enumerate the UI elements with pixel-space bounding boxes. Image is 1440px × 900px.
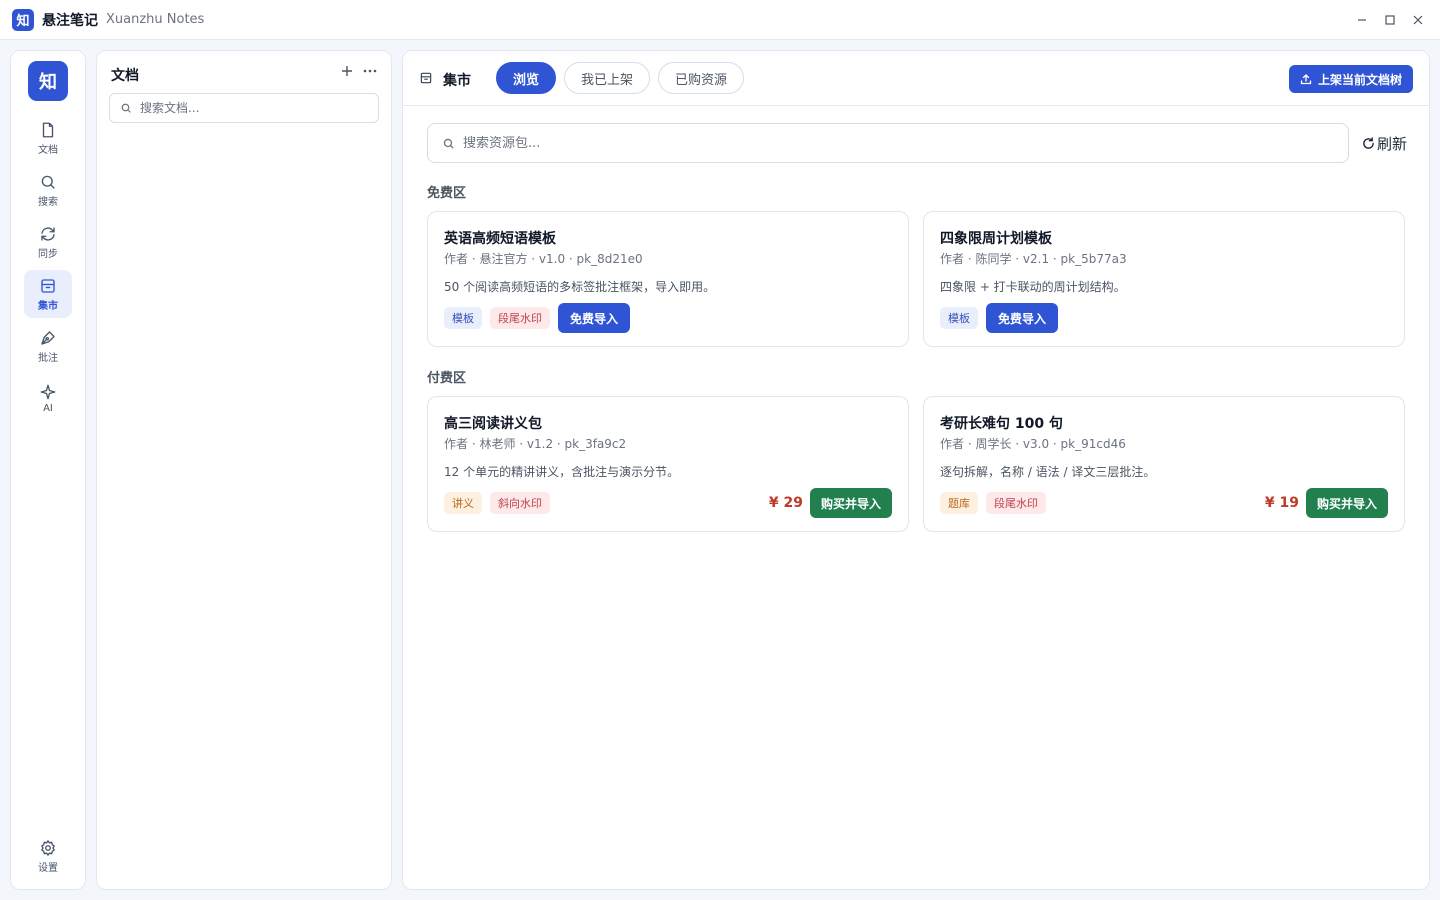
card-meta: 作者 · 周学长 · v3.0 · pk_91cd46 (940, 437, 1126, 451)
market-header: 集市 浏览 我已上架 已购资源 上架当前文档树 (403, 51, 1429, 106)
nav-rail: 知 文档 搜索 同步 集市 批注 AI 设置 (10, 50, 86, 890)
resource-card-free-2: 四象限周计划模板 作者 · 陈同学 · v2.1 · pk_5b77a3 四象限… (923, 211, 1405, 347)
tag-badge: 讲义 (444, 492, 482, 514)
close-button[interactable] (1404, 6, 1432, 34)
minimize-icon (1358, 19, 1366, 21)
price-label: ¥ 19 (1264, 495, 1299, 511)
nav-item-label: 设置 (38, 862, 58, 874)
sync-icon (41, 226, 55, 241)
nav-item-label: 集市 (38, 300, 58, 312)
doc-panel-title: 文档 (111, 68, 139, 84)
paid-section-label: 付费区 (427, 371, 467, 386)
free-import-button[interactable]: 免费导入 (558, 303, 631, 333)
tag-badge: 模板 (444, 307, 482, 329)
nav-item-label: AI (43, 402, 53, 414)
card-description: 逐句拆解，名称 / 语法 / 译文三层批注。 (940, 465, 1156, 479)
doc-search-input[interactable] (140, 101, 370, 115)
resource-card-free-1: 英语高频短语模板 作者 · 悬注官方 · v1.0 · pk_8d21e0 50… (427, 211, 909, 347)
nav-item-label: 批注 (38, 352, 58, 364)
upload-icon (1300, 74, 1312, 85)
publish-doc-tree-button[interactable]: 上架当前文档树 (1288, 65, 1413, 93)
close-icon (1413, 15, 1423, 25)
buy-import-button[interactable]: 购买并导入 (1305, 488, 1388, 518)
title-bar: 知 悬注笔记 Xuanzhu Notes (0, 0, 1440, 40)
card-footer: 模板 免费导入 (940, 303, 1388, 333)
window-controls (1348, 0, 1432, 40)
document-icon (42, 122, 54, 137)
card-title: 四象限周计划模板 (940, 231, 1052, 247)
search-icon (41, 175, 55, 189)
app-logo: 知 (12, 8, 34, 31)
price-label: ¥ 29 (768, 495, 803, 511)
card-description: 12 个单元的精讲讲义，含批注与演示分节。 (444, 465, 680, 479)
buy-import-button[interactable]: 购买并导入 (809, 488, 892, 518)
nav-item-sync[interactable]: 同步 (24, 218, 72, 266)
more-button[interactable] (363, 65, 377, 77)
card-description: 四象限 + 打卡联动的周计划结构。 (940, 280, 1126, 294)
tag-badge: 模板 (940, 307, 978, 329)
minimize-button[interactable] (1348, 6, 1376, 34)
search-icon (121, 103, 131, 113)
nav-item-docs[interactable]: 文档 (24, 114, 72, 162)
add-doc-button[interactable] (341, 65, 353, 77)
publish-label: 上架当前文档树 (1317, 72, 1402, 87)
refresh-button[interactable]: 刷新 (1362, 133, 1407, 154)
card-title: 英语高频短语模板 (444, 231, 556, 247)
card-footer: 模板 段尾水印 免费导入 (444, 303, 892, 333)
tag-badge: 段尾水印 (986, 492, 1046, 514)
doc-search-box (109, 93, 379, 123)
free-section-label: 免费区 (427, 186, 467, 201)
annotate-pen-icon (41, 330, 55, 345)
free-import-button[interactable]: 免费导入 (986, 303, 1059, 333)
card-title: 考研长难句 100 句 (940, 416, 1063, 432)
nav-item-label: 搜索 (38, 196, 58, 208)
card-description: 50 个阅读高频短语的多标签批注框架，导入即用。 (444, 280, 716, 294)
maximize-icon (1385, 15, 1395, 25)
market-icon (420, 72, 432, 84)
search-icon (443, 138, 454, 148)
tab-my-listings[interactable]: 我已上架 (564, 62, 651, 94)
more-dots-icon (363, 69, 377, 73)
refresh-icon (1363, 137, 1374, 149)
card-meta: 作者 · 陈同学 · v2.1 · pk_5b77a3 (940, 252, 1127, 266)
nav-item-label: 同步 (38, 248, 58, 260)
gear-icon (41, 839, 55, 856)
app-subtitle: Xuanzhu Notes (106, 12, 205, 27)
app-name: 悬注笔记 (42, 12, 98, 29)
market-icon (41, 278, 55, 293)
refresh-label: 刷新 (1376, 135, 1407, 153)
plus-icon (342, 66, 352, 76)
market-title: 集市 (443, 73, 471, 89)
nav-item-label: 文档 (38, 144, 58, 156)
tag-badge: 段尾水印 (490, 307, 550, 329)
nav-item-annotate[interactable]: 批注 (24, 322, 72, 370)
market-panel: 集市 浏览 我已上架 已购资源 上架当前文档树 刷新 免费区 英语高频短语模板 … (402, 50, 1430, 890)
nav-item-settings[interactable]: 设置 (24, 832, 72, 880)
tag-badge: 斜向水印 (490, 492, 550, 514)
resource-search-input[interactable] (463, 135, 1323, 151)
tag-badge: 题库 (940, 492, 978, 514)
card-title: 高三阅读讲义包 (444, 416, 542, 432)
nav-item-search[interactable]: 搜索 (24, 166, 72, 214)
maximize-button[interactable] (1376, 6, 1404, 34)
card-footer: 讲义 斜向水印 ¥ 29 购买并导入 (444, 488, 892, 518)
card-footer: 题库 段尾水印 ¥ 19 购买并导入 (940, 488, 1388, 518)
doc-panel-actions (341, 65, 377, 77)
nav-item-market[interactable]: 集市 (24, 270, 72, 318)
resource-card-paid-2: 考研长难句 100 句 作者 · 周学长 · v3.0 · pk_91cd46 … (923, 396, 1405, 532)
market-tabs: 浏览 我已上架 已购资源 (496, 62, 745, 94)
sparkle-icon (40, 384, 56, 399)
card-meta: 作者 · 林老师 · v1.2 · pk_3fa9c2 (444, 437, 627, 451)
rail-logo: 知 (28, 61, 68, 101)
card-meta: 作者 · 悬注官方 · v1.0 · pk_8d21e0 (444, 252, 643, 266)
document-panel: 文档 (96, 50, 392, 890)
tab-purchased[interactable]: 已购资源 (658, 62, 745, 94)
resource-search-box (427, 123, 1349, 163)
resource-card-paid-1: 高三阅读讲义包 作者 · 林老师 · v1.2 · pk_3fa9c2 12 个… (427, 396, 909, 532)
nav-item-ai[interactable]: AI (24, 374, 72, 422)
tab-browse[interactable]: 浏览 (496, 62, 557, 94)
